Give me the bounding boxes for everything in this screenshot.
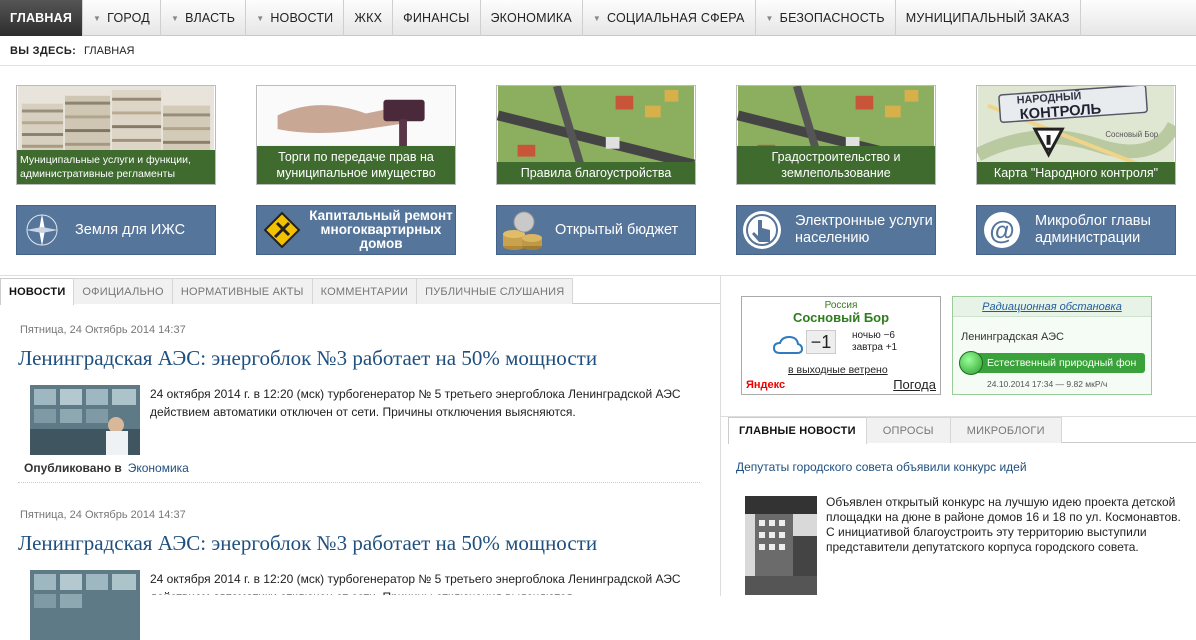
tile-torgi[interactable]: Торги по передаче прав на муниципальное …: [256, 85, 456, 185]
tile-caption: Муниципальные услуги и функции, админист…: [17, 150, 215, 184]
control-room-photo: [30, 385, 140, 455]
building-photo: [745, 496, 817, 595]
button-label: Земля для ИЖС: [75, 221, 186, 238]
news-tabs: НОВОСТИ ОФИЦИАЛЬНО НОРМАТИВНЫЕ АКТЫ КОММ…: [0, 278, 720, 305]
main-news-text: Объявлен открытый конкурс на лучшую идею…: [826, 495, 1181, 554]
nav-item-glavnaya[interactable]: ГЛАВНАЯ: [0, 0, 84, 36]
button-label: Микроблог главы администрации: [1035, 213, 1151, 246]
nav-label: ГОРОД: [107, 11, 150, 25]
radiation-status: Естественный природный фон: [963, 353, 1145, 373]
tab-oficialno[interactable]: ОФИЦИАЛЬНО: [73, 278, 173, 304]
nav-item-bezopasnost[interactable]: ▼ БЕЗОПАСНОСТЬ: [756, 0, 896, 36]
button-otkryty-byudzhet[interactable]: Открытый бюджет: [496, 205, 696, 255]
radiation-widget[interactable]: Радиационная обстановка Ленинградская АЭ…: [952, 296, 1152, 395]
tab-normativnye-akty[interactable]: НОРМАТИВНЫЕ АКТЫ: [171, 278, 313, 304]
at-sign-icon: @: [977, 206, 1027, 254]
tile-municipal-services[interactable]: Муниципальные услуги и функции, админист…: [16, 85, 216, 185]
tile-caption: Карта "Народного контроля": [977, 162, 1175, 184]
button-zemlya-izhs[interactable]: Земля для ИЖС: [16, 205, 216, 255]
weather-city: Сосновый Бор: [792, 310, 890, 325]
svg-text:Сосновый Бор: Сосновый Бор: [1105, 130, 1158, 139]
yandex-logo: Яндекс: [746, 379, 786, 391]
radiation-reading: 24.10.2014 17:34 — 9.82 мкР/ч: [987, 379, 1108, 389]
nav-label: ВЛАСТЬ: [185, 11, 236, 25]
nav-item-municipalny-zakaz[interactable]: МУНИЦИПАЛЬНЫЙ ЗАКАЗ: [896, 0, 1081, 36]
button-kapitalny-remont[interactable]: Капитальный ремонт многоквартирных домов: [256, 205, 456, 255]
news-date: Пятница, 24 Октябрь 2014 14:37: [20, 509, 186, 521]
published-in: Опубликовано в Экономика: [24, 461, 189, 475]
tile-gradostroitelstvo[interactable]: Градостроительство и землепользование: [736, 85, 936, 185]
tile-caption: Градостроительство и землепользование: [737, 146, 935, 184]
news-title-link[interactable]: Ленинградская АЭС: энергоблок №3 работае…: [18, 346, 597, 371]
touch-hand-icon: [737, 206, 787, 254]
caret-down-icon: ▼: [256, 13, 265, 23]
nav-item-gorod[interactable]: ▼ ГОРОД: [83, 0, 161, 36]
tile-caption: Правила благоустройства: [497, 162, 695, 184]
main-nav: ГЛАВНАЯ ▼ ГОРОД ▼ ВЛАСТЬ ▼ НОВОСТИ ЖКХ ФИНА…: [0, 0, 1196, 36]
tools-warning-icon: [257, 206, 307, 254]
button-label: Капитальный ремонт многоквартирных домов: [309, 208, 453, 251]
news-text: 24 октября 2014 г. в 12:20 (мск) турбоге…: [150, 572, 681, 595]
weather-link[interactable]: Погода: [893, 377, 936, 392]
nav-item-novosti[interactable]: ▼ НОВОСТИ: [246, 0, 345, 36]
weather-night: ночью −6: [852, 330, 895, 341]
breadcrumb: ВЫ ЗДЕСЬ: ГЛАВНАЯ: [0, 36, 1196, 66]
column-divider: [720, 276, 721, 596]
nav-item-socialnaya-sfera[interactable]: ▼ СОЦИАЛЬНАЯ СФЕРА: [583, 0, 756, 36]
nav-item-finansy[interactable]: ФИНАНСЫ: [393, 0, 481, 36]
nav-label: ЭКОНОМИКА: [490, 11, 572, 25]
tab-glavnye-novosti[interactable]: ГЛАВНЫЕ НОВОСТИ: [728, 417, 867, 444]
category-link[interactable]: Экономика: [128, 461, 189, 475]
nav-item-ekonomika[interactable]: ЭКОНОМИКА: [481, 0, 583, 36]
tile-karta-narodnogo-kontrolya[interactable]: НАРОДНЫЙ КОНТРОЛЬ Сосновый Бор Карта "На…: [976, 85, 1176, 185]
svg-text:@: @: [989, 215, 1014, 245]
control-room-photo: [30, 570, 140, 640]
nav-item-zhkh[interactable]: ЖКХ: [344, 0, 394, 36]
weather-widget[interactable]: Россия Сосновый Бор −1 ночью −6 завтра +…: [741, 296, 941, 395]
button-label: Открытый бюджет: [555, 221, 679, 238]
radiation-title[interactable]: Радиационная обстановка: [953, 297, 1151, 317]
main-news-title-link[interactable]: Депутаты городского совета объявили конк…: [736, 460, 1027, 474]
caret-down-icon: ▼: [93, 13, 102, 23]
tab-oprosy[interactable]: ОПРОСЫ: [865, 417, 951, 443]
breadcrumb-prefix: ВЫ ЗДЕСЬ:: [10, 44, 77, 57]
tile-caption: Торги по передаче прав на муниципальное …: [257, 146, 455, 184]
caret-down-icon: ▼: [765, 13, 774, 23]
news-text: 24 октября 2014 г. в 12:20 (мск) турбоге…: [150, 387, 681, 419]
compass-rose-icon: [17, 206, 67, 254]
weather-tomorrow: завтра +1: [852, 342, 898, 353]
tab-kommentarii[interactable]: КОММЕНТАРИИ: [311, 278, 418, 304]
caret-down-icon: ▼: [592, 13, 602, 23]
breadcrumb-current: ГЛАВНАЯ: [84, 44, 135, 57]
tab-mikroblogi[interactable]: МИКРОБЛОГИ: [949, 417, 1062, 443]
button-elektronnye-uslugi[interactable]: Электронные услуги населению: [736, 205, 936, 255]
nav-label: НОВОСТИ: [270, 11, 334, 25]
weather-weekend: в выходные ветрено: [788, 364, 888, 376]
tab-publichnye-slushaniya[interactable]: ПУБЛИЧНЫЕ СЛУШАНИЯ: [416, 278, 574, 304]
nav-label: МУНИЦИПАЛЬНЫЙ ЗАКАЗ: [905, 11, 1070, 25]
cloud-icon: [772, 335, 804, 354]
weather-temp: −1: [806, 330, 836, 354]
tab-novosti[interactable]: НОВОСТИ: [0, 278, 75, 305]
nav-label: ФИНАНСЫ: [403, 11, 470, 25]
button-label: Электронные услуги населению: [795, 213, 933, 246]
news-date: Пятница, 24 Октябрь 2014 14:37: [20, 324, 186, 336]
coins-icon: [497, 206, 547, 254]
status-light-icon: [959, 351, 983, 375]
nav-label: БЕЗОПАСНОСТЬ: [779, 11, 885, 25]
nav-label: СОЦИАЛЬНАЯ СФЕРА: [607, 11, 745, 25]
radiation-place: Ленинградская АЭС: [961, 331, 1064, 343]
section-divider: [0, 275, 1196, 276]
nav-label: ЖКХ: [354, 11, 383, 25]
caret-down-icon: ▼: [170, 13, 180, 23]
button-mikroblog[interactable]: @ Микроблог главы администрации: [976, 205, 1176, 255]
news-title-link[interactable]: Ленинградская АЭС: энергоблок №3 работае…: [18, 531, 597, 556]
right-tabs: ГЛАВНЫЕ НОВОСТИ ОПРОСЫ МИКРОБЛОГИ: [728, 417, 1196, 444]
published-label: Опубликовано в: [24, 461, 122, 475]
tile-pravila-blagoustroystva[interactable]: Правила благоустройства: [496, 85, 696, 185]
nav-label: ГЛАВНАЯ: [10, 11, 73, 25]
news-separator: [18, 482, 700, 483]
nav-item-vlast[interactable]: ▼ ВЛАСТЬ: [161, 0, 247, 36]
